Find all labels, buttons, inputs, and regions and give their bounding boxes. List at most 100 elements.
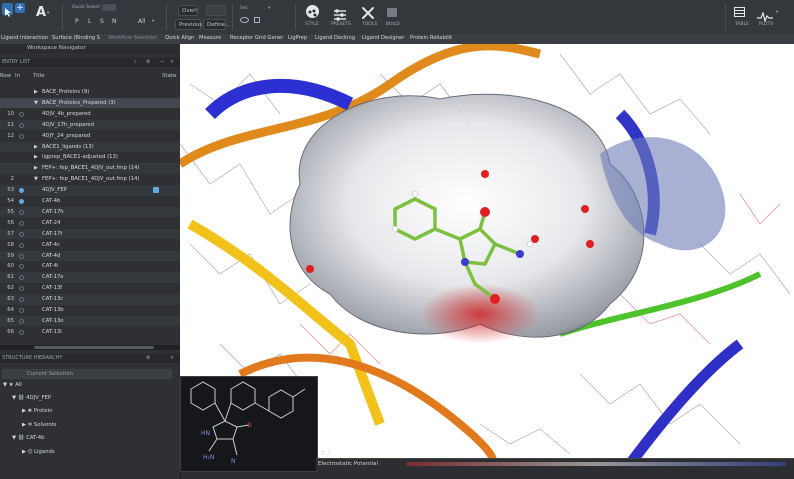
gear-icon[interactable]: ⚙	[146, 58, 150, 67]
tree-item-4djv-fep[interactable]: ▼ ⛓ 4DJV_FEP	[12, 395, 51, 401]
entry-row[interactable]: 60 CAT-4i	[0, 261, 180, 272]
entry-row[interactable]: ▶ BACE1_ligands (13)	[0, 141, 180, 153]
ligand-2d-structure: HN H₂N O N	[190, 381, 306, 465]
entry-row[interactable]: 65 CAT-13o	[0, 315, 180, 327]
plot-icon[interactable]	[757, 7, 773, 23]
expand-toggle-icon[interactable]: ▼	[34, 174, 38, 185]
select-ligand-button[interactable]: L	[88, 18, 91, 25]
expand-toggle-icon[interactable]: ▶	[34, 87, 38, 98]
entry-row[interactable]: ▶ FEP+: fep_BACE1_4DJV_out.fmp (14)	[0, 163, 180, 174]
tree-item-protein[interactable]: ▶ ❀ Protein	[22, 408, 52, 414]
include-toggle[interactable]	[19, 122, 24, 128]
include-toggle[interactable]	[19, 188, 24, 194]
collapse-icon[interactable]: —	[160, 58, 165, 67]
quick-select-box[interactable]	[102, 4, 116, 11]
entry-row[interactable]: 2 ▼ FEP+: fep_BACE1_4DJV_out.fmp (14)	[0, 174, 180, 185]
include-toggle[interactable]	[19, 111, 24, 117]
select-all-button[interactable]: All	[138, 18, 145, 25]
col-in[interactable]: In	[15, 73, 20, 79]
select-solvent-button[interactable]: S	[100, 18, 104, 25]
include-toggle[interactable]	[19, 297, 24, 303]
entry-row[interactable]: 11 4DJV_17h_prepared	[0, 119, 180, 131]
palette-icon[interactable]	[306, 5, 319, 18]
nav-extra-button[interactable]	[206, 5, 226, 16]
sliders-icon[interactable]	[333, 6, 347, 21]
overl-button[interactable]: Overl	[178, 5, 198, 16]
build-icon[interactable]	[387, 8, 397, 17]
col-row[interactable]: Row	[0, 73, 11, 79]
select-n-button[interactable]: N	[112, 18, 117, 25]
close-icon[interactable]: ×	[170, 354, 174, 363]
include-toggle[interactable]	[19, 133, 24, 139]
select-arrow-icon[interactable]	[2, 3, 13, 17]
ligand-icon: ⌬	[27, 449, 33, 455]
previous-button[interactable]: Previous	[175, 19, 202, 30]
entry-row[interactable]: 12 4DJY_24_prepared	[0, 131, 180, 142]
current-selection-field[interactable]: Current Selection	[2, 369, 172, 379]
ribbon-ligprep[interactable]: LigPrep	[288, 35, 307, 41]
ribbon-receptor-grid[interactable]: Receptor Grid Gener	[230, 35, 283, 41]
include-toggle[interactable]	[19, 275, 24, 281]
workspace-navigator-tab[interactable]: Workspace Navigator	[27, 45, 86, 51]
include-toggle[interactable]	[19, 308, 24, 313]
include-toggle[interactable]	[19, 199, 24, 204]
entry-row[interactable]: 63 CAT-13c	[0, 294, 180, 305]
tree-item-cat-4b[interactable]: ▼ ⛓ CAT-4b	[12, 435, 45, 441]
ribbon-measure[interactable]: Measure	[199, 35, 221, 41]
entry-row[interactable]: 62 CAT-13f	[0, 283, 180, 294]
close-icon[interactable]: ×	[170, 58, 174, 67]
ribbon-ligand-interaction[interactable]: Ligand Interaction	[1, 35, 48, 41]
tree-item-all[interactable]: ▼ ★ All	[3, 382, 22, 388]
expand-toggle-icon[interactable]: ▶	[34, 163, 38, 174]
entry-row[interactable]: 59 CAT-4d	[0, 250, 180, 262]
include-toggle[interactable]	[19, 318, 24, 324]
col-state[interactable]: State	[162, 73, 176, 79]
table-icon[interactable]	[734, 7, 745, 17]
include-toggle[interactable]	[19, 253, 24, 259]
entry-row[interactable]: ▶ BACE_Proteins (9)	[0, 87, 180, 98]
ribbon-protein-reliability[interactable]: Protein Reliabilit	[410, 35, 452, 41]
tree-item-solvents[interactable]: ▶ ✲ Solvents	[22, 422, 57, 428]
lock-icon[interactable]	[254, 17, 260, 23]
entry-row[interactable]: 66 CAT-13i	[0, 327, 180, 338]
entry-row[interactable]: 58 CAT-4c	[0, 240, 180, 251]
ribbon-ligand-docking[interactable]: Ligand Docking	[315, 35, 355, 41]
tools-icon[interactable]	[361, 5, 375, 19]
entry-row[interactable]: 53 4DJV_FEP	[0, 185, 180, 196]
include-toggle[interactable]	[19, 329, 24, 335]
include-toggle[interactable]	[19, 264, 24, 270]
entry-row[interactable]: 54 CAT-4b	[0, 196, 180, 207]
expand-toggle-icon[interactable]: ▶	[34, 152, 38, 163]
entry-row[interactable]: 56 CAT-24	[0, 218, 180, 229]
define-button[interactable]: Define...	[203, 19, 230, 30]
entry-row[interactable]: 55 CAT-17h	[0, 206, 180, 218]
include-toggle[interactable]	[19, 209, 24, 215]
ribbon-ligand-designer[interactable]: Ligand Designer	[362, 35, 404, 41]
entry-row[interactable]: 61 CAT-17e	[0, 272, 180, 283]
text-icon[interactable]: A	[36, 5, 46, 20]
tree-item-ligands[interactable]: ▶ ⌬ Ligands	[22, 449, 55, 455]
col-title[interactable]: Title	[33, 73, 45, 79]
entry-row[interactable]: 57 CAT-17f	[0, 228, 180, 240]
include-toggle[interactable]	[19, 286, 24, 292]
ribbon-workflow-selection[interactable]: Workflow Selection	[108, 35, 157, 41]
eye-icon[interactable]	[240, 17, 249, 23]
include-toggle[interactable]	[19, 242, 24, 248]
ribbon-surface[interactable]: Surface (Binding S	[52, 35, 100, 41]
search-icon[interactable]: ⌕	[134, 58, 137, 67]
entry-row[interactable]: ▼ BACE_Proteins_Prepared (3)	[0, 97, 180, 109]
add-icon[interactable]: +	[15, 3, 25, 13]
negative-potential-region	[420, 284, 540, 344]
ligand-2d-sketch[interactable]: HN H₂N O N	[180, 376, 318, 472]
entry-row[interactable]: ▶ ligprep_BACE1-adjusted (13)	[0, 152, 180, 163]
entry-row[interactable]: 10 4DJV_4b_prepared	[0, 109, 180, 120]
expand-toggle-icon[interactable]: ▶	[34, 142, 38, 153]
entry-row[interactable]: 64 CAT-13b	[0, 305, 180, 316]
include-toggle[interactable]	[19, 231, 24, 237]
include-toggle[interactable]	[19, 220, 24, 226]
expand-toggle-icon[interactable]: ▼	[34, 98, 38, 109]
select-protein-button[interactable]: P	[75, 18, 79, 25]
gear-icon[interactable]: ⚙	[146, 354, 150, 363]
ribbon-quick-align[interactable]: Quick Align	[165, 35, 194, 41]
entry-scrollbar[interactable]	[0, 345, 180, 350]
